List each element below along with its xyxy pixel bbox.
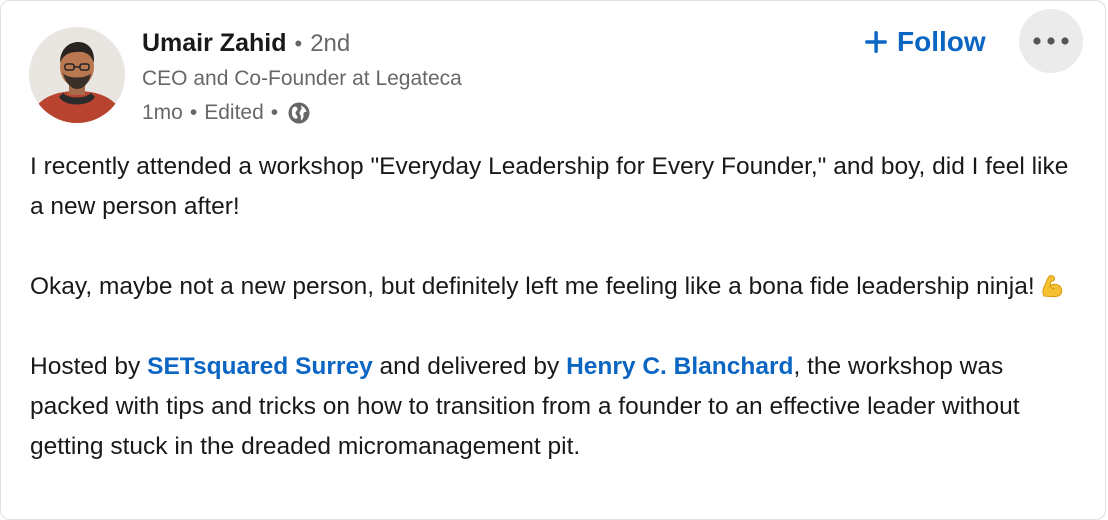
more-options-button[interactable] <box>1019 9 1083 73</box>
post-meta: 1mo • Edited • <box>142 99 311 127</box>
post-body: I recently attended a workshop "Everyday… <box>30 147 1080 467</box>
mention-link-setsquared[interactable]: SETsquared Surrey <box>147 353 373 380</box>
post-paragraph-1: I recently attended a workshop "Everyday… <box>30 153 1069 220</box>
separator-dot: • <box>189 101 198 124</box>
author-name-line: Umair Zahid • 2nd <box>142 29 350 61</box>
post-paragraph-2-text: Okay, maybe not a new person, but defini… <box>30 273 1035 300</box>
mention-link-henry[interactable]: Henry C. Blanchard <box>566 353 793 380</box>
connection-degree: 2nd <box>310 30 351 57</box>
post-paragraph-3-middle: and delivered by <box>372 353 567 380</box>
separator-dot: • <box>270 101 279 124</box>
author-headline: CEO and Co-Founder at Legateca <box>142 67 462 90</box>
profile-photo <box>29 27 125 123</box>
follow-label: Follow <box>897 26 986 57</box>
follow-button[interactable]: Follow <box>853 21 996 63</box>
post-paragraph-3-intro: Hosted by <box>30 353 148 380</box>
post-age: 1mo <box>142 101 183 124</box>
ellipsis-icon <box>1033 37 1069 45</box>
feed-post-card: Umair Zahid • 2nd CEO and Co-Founder at … <box>0 0 1106 520</box>
post-paragraph-2: Okay, maybe not a new person, but defini… <box>30 267 1080 307</box>
globe-icon[interactable] <box>287 101 311 125</box>
author-name[interactable]: Umair Zahid <box>142 29 286 58</box>
flexed-biceps-emoji <box>1042 275 1062 298</box>
post-paragraph-3: Hosted by SETsquared Surrey and delivere… <box>30 347 1080 467</box>
plus-icon <box>865 31 887 53</box>
edited-label: Edited <box>204 101 264 124</box>
separator-dot: • <box>294 31 303 56</box>
author-avatar[interactable] <box>29 27 125 123</box>
